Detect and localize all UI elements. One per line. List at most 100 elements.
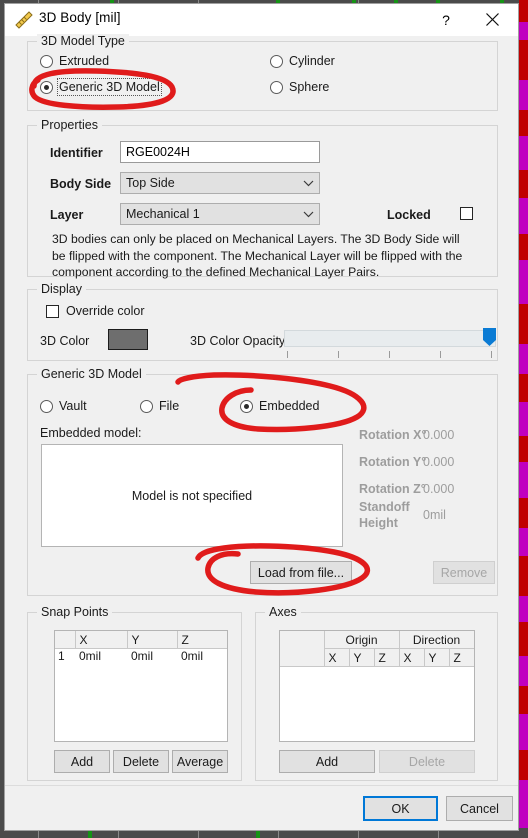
- radio-generic-3d-model-label: Generic 3D Model: [57, 78, 162, 96]
- embedded-model-panel-text: Model is not specified: [131, 489, 253, 503]
- standoff-height-value: 0mil: [423, 508, 446, 522]
- axes-col-direction[interactable]: Direction: [399, 631, 474, 649]
- axes-header-row-groups: Origin Direction: [280, 631, 474, 667]
- body-side-select[interactable]: Top Side: [120, 172, 320, 194]
- snap-points-grid[interactable]: X Y Z 1 0mil 0mil 0mil: [54, 630, 228, 742]
- generic-model-group: Generic 3D Model Vault File Embedded Emb…: [27, 367, 498, 596]
- axes-col-origin[interactable]: Origin: [324, 631, 400, 649]
- radio-file-label: File: [159, 399, 180, 413]
- radio-sphere-dot: [270, 80, 283, 94]
- snap-points-add-button[interactable]: Add: [54, 750, 110, 773]
- load-from-file-button[interactable]: Load from file...: [250, 561, 352, 584]
- override-color-label: Override color: [66, 304, 145, 318]
- dialog-title: 3D Body [mil]: [39, 10, 121, 25]
- opacity-slider-track[interactable]: [284, 330, 496, 347]
- remove-button: Remove: [433, 561, 495, 584]
- opacity-slider-thumb[interactable]: [483, 328, 496, 346]
- radio-file[interactable]: File: [140, 399, 179, 413]
- radio-cylinder-label: Cylinder: [289, 54, 335, 68]
- layer-value: Mechanical 1: [126, 207, 200, 221]
- snap-points-col-rowno[interactable]: [55, 631, 76, 649]
- properties-group-title: Properties: [37, 118, 102, 132]
- rotation-z-value: 0.000: [423, 482, 455, 496]
- radio-vault-dot: [40, 399, 53, 413]
- close-icon[interactable]: [470, 4, 514, 35]
- override-color-checkbox-box: [46, 304, 59, 318]
- snap-points-delete-button[interactable]: Delete: [113, 750, 169, 773]
- layer-select[interactable]: Mechanical 1: [120, 203, 320, 225]
- snap-points-group-title: Snap Points: [37, 605, 113, 619]
- identifier-input[interactable]: RGE0024H: [120, 141, 320, 163]
- opacity-slider-ticks: [284, 351, 496, 359]
- axes-col-corner[interactable]: [280, 631, 325, 667]
- standoff-height-label-line1: Standoff: [359, 500, 410, 514]
- radio-embedded-label: Embedded: [259, 399, 320, 413]
- embedded-model-label: Embedded model:: [40, 426, 142, 440]
- display-group-title: Display: [37, 282, 86, 296]
- radio-vault-label: Vault: [59, 399, 87, 413]
- locked-checkbox[interactable]: [460, 207, 473, 220]
- axes-col-direction-z[interactable]: Z: [449, 648, 474, 667]
- rotation-y-label: Rotation Y°: [359, 455, 427, 469]
- dialog-title-bar: 3D Body [mil] ?: [5, 4, 518, 36]
- radio-extruded-dot: [40, 54, 53, 68]
- snap-point-z[interactable]: 0mil: [177, 649, 227, 667]
- properties-group: Properties Identifier RGE0024H Body Side…: [27, 118, 498, 279]
- color-swatch[interactable]: [108, 329, 148, 350]
- cancel-button[interactable]: Cancel: [446, 796, 513, 821]
- chevron-down-icon: [297, 211, 319, 218]
- chevron-down-icon: [297, 180, 319, 187]
- radio-cylinder[interactable]: Cylinder: [270, 54, 335, 68]
- axes-grid[interactable]: Origin Direction X Y Z X Y Z: [279, 630, 475, 742]
- axes-group: Axes Origin Direction X Y Z X Y Z Add De…: [255, 605, 498, 781]
- axes-group-title: Axes: [265, 605, 301, 619]
- radio-vault[interactable]: Vault: [40, 399, 87, 413]
- radio-cylinder-dot: [270, 54, 283, 68]
- radio-sphere-label: Sphere: [289, 80, 330, 94]
- rotation-x-label: Rotation X°: [359, 428, 427, 442]
- opacity-slider[interactable]: [284, 328, 496, 359]
- properties-note: 3D bodies can only be placed on Mechanic…: [52, 232, 463, 279]
- identifier-value: RGE0024H: [126, 145, 190, 159]
- radio-embedded[interactable]: Embedded: [240, 399, 319, 413]
- standoff-height-label-line2: Height: [359, 516, 398, 530]
- dialog-footer: OK Cancel: [5, 785, 518, 830]
- model-type-group-title: 3D Model Type: [37, 34, 129, 48]
- axes-col-direction-y[interactable]: Y: [424, 648, 450, 667]
- radio-extruded[interactable]: Extruded: [40, 54, 109, 68]
- ok-button[interactable]: OK: [363, 796, 438, 821]
- axes-col-origin-y[interactable]: Y: [349, 648, 375, 667]
- snap-point-row-number: 1: [58, 649, 65, 663]
- snap-point-y[interactable]: 0mil: [127, 649, 177, 667]
- axes-add-button[interactable]: Add: [279, 750, 375, 773]
- axes-delete-button: Delete: [379, 750, 475, 773]
- layer-label: Layer: [50, 208, 84, 222]
- radio-sphere[interactable]: Sphere: [270, 80, 329, 94]
- locked-label: Locked: [387, 208, 431, 222]
- rotation-x-value: 0.000: [423, 428, 455, 442]
- ruler-triangle-icon: [15, 11, 33, 29]
- embedded-model-panel[interactable]: Model is not specified: [41, 444, 343, 547]
- body-side-value: Top Side: [126, 176, 175, 190]
- table-row: 1 0mil 0mil 0mil: [55, 649, 227, 667]
- override-color-checkbox[interactable]: Override color: [46, 304, 145, 318]
- background-layer-bands: [519, 0, 528, 838]
- radio-generic-3d-model[interactable]: Generic 3D Model: [40, 78, 162, 96]
- radio-file-dot: [140, 399, 153, 413]
- axes-col-direction-x[interactable]: X: [399, 648, 425, 667]
- color-label: 3D Color: [40, 334, 90, 348]
- snap-points-group: Snap Points X Y Z 1 0mil 0mil 0mil Add D…: [27, 605, 242, 781]
- 3d-body-dialog: 3D Body [mil] ? 3D Model Type Extruded G…: [4, 3, 519, 831]
- snap-points-average-button[interactable]: Average: [172, 750, 228, 773]
- snap-point-x[interactable]: 0mil: [75, 649, 127, 667]
- snap-points-col-y[interactable]: Y: [127, 631, 178, 649]
- generic-model-group-title: Generic 3D Model: [37, 367, 146, 381]
- snap-points-col-z[interactable]: Z: [177, 631, 227, 649]
- snap-points-header-row: X Y Z: [55, 631, 227, 649]
- axes-col-origin-x[interactable]: X: [324, 648, 350, 667]
- axes-col-origin-z[interactable]: Z: [374, 648, 400, 667]
- display-group: Display Override color 3D Color 3D Color…: [27, 282, 498, 361]
- snap-points-col-x[interactable]: X: [75, 631, 128, 649]
- rotation-z-label: Rotation Z°: [359, 482, 426, 496]
- help-button[interactable]: ?: [426, 4, 466, 35]
